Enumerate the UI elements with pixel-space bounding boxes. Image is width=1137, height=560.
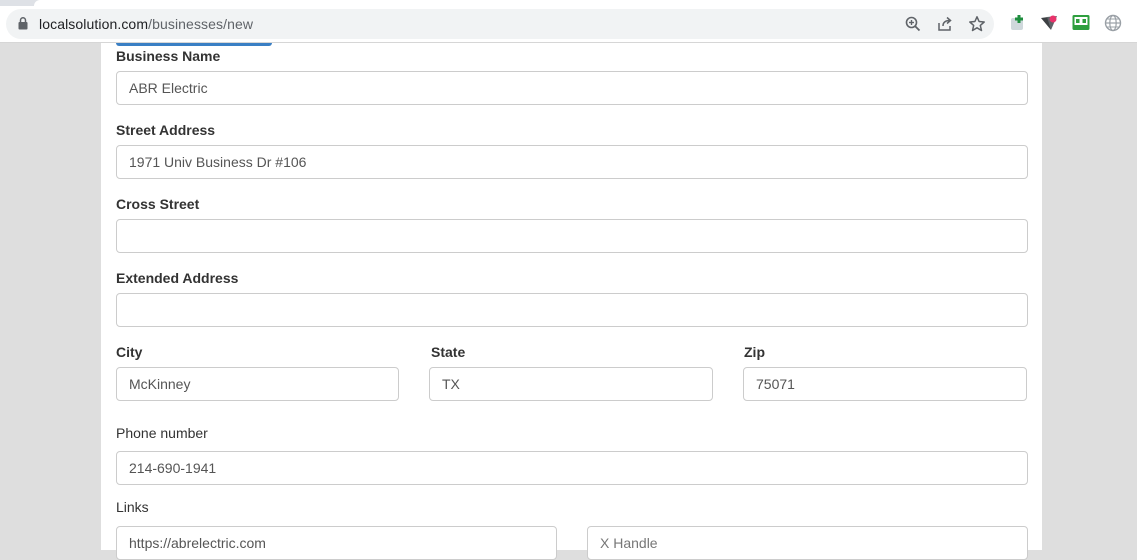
state-input[interactable]: TX [429,367,713,401]
business-name-label: Business Name [116,48,221,64]
address-bar[interactable]: localsolution.com/businesses/new [6,9,994,39]
top-button-edge[interactable] [116,43,272,46]
url-host: localsolution.com [39,16,149,32]
street-address-label: Street Address [116,122,216,138]
x-handle-placeholder: X Handle [600,535,658,551]
share-icon[interactable] [936,15,954,33]
links-label: Links [116,499,149,515]
zoom-icon[interactable] [904,15,922,33]
cross-street-label: Cross Street [116,196,200,212]
active-tab-edge[interactable] [34,0,1137,6]
lock-icon[interactable] [18,17,28,35]
url-text[interactable]: localsolution.com/businesses/new [39,16,253,32]
city-label: City [116,344,143,360]
extension-flag-icon[interactable] [1039,13,1059,33]
globe-icon[interactable] [1103,13,1123,33]
street-address-input[interactable]: 1971 Univ Business Dr #106 [116,145,1028,179]
extension-add-icon[interactable] [1008,13,1028,33]
business-name-input[interactable]: ABR Electric [116,71,1028,105]
phone-input[interactable]: 214-690-1941 [116,451,1028,485]
zip-label: Zip [744,344,765,360]
cross-street-input[interactable] [116,219,1028,253]
state-label: State [431,344,466,360]
tab-strip [0,0,1137,6]
city-input[interactable]: McKinney [116,367,399,401]
website-link-input[interactable]: https://abrelectric.com [116,526,557,560]
extension-green-icon[interactable] [1071,13,1091,33]
url-path: /businesses/new [148,16,254,32]
extended-address-label: Extended Address [116,270,239,286]
zip-input[interactable]: 75071 [743,367,1027,401]
phone-label: Phone number [116,425,208,441]
x-handle-input[interactable]: X Handle [587,526,1028,560]
extended-address-input[interactable] [116,293,1028,327]
browser-toolbar: localsolution.com/businesses/new [0,0,1137,43]
bookmark-star-icon[interactable] [968,15,986,33]
